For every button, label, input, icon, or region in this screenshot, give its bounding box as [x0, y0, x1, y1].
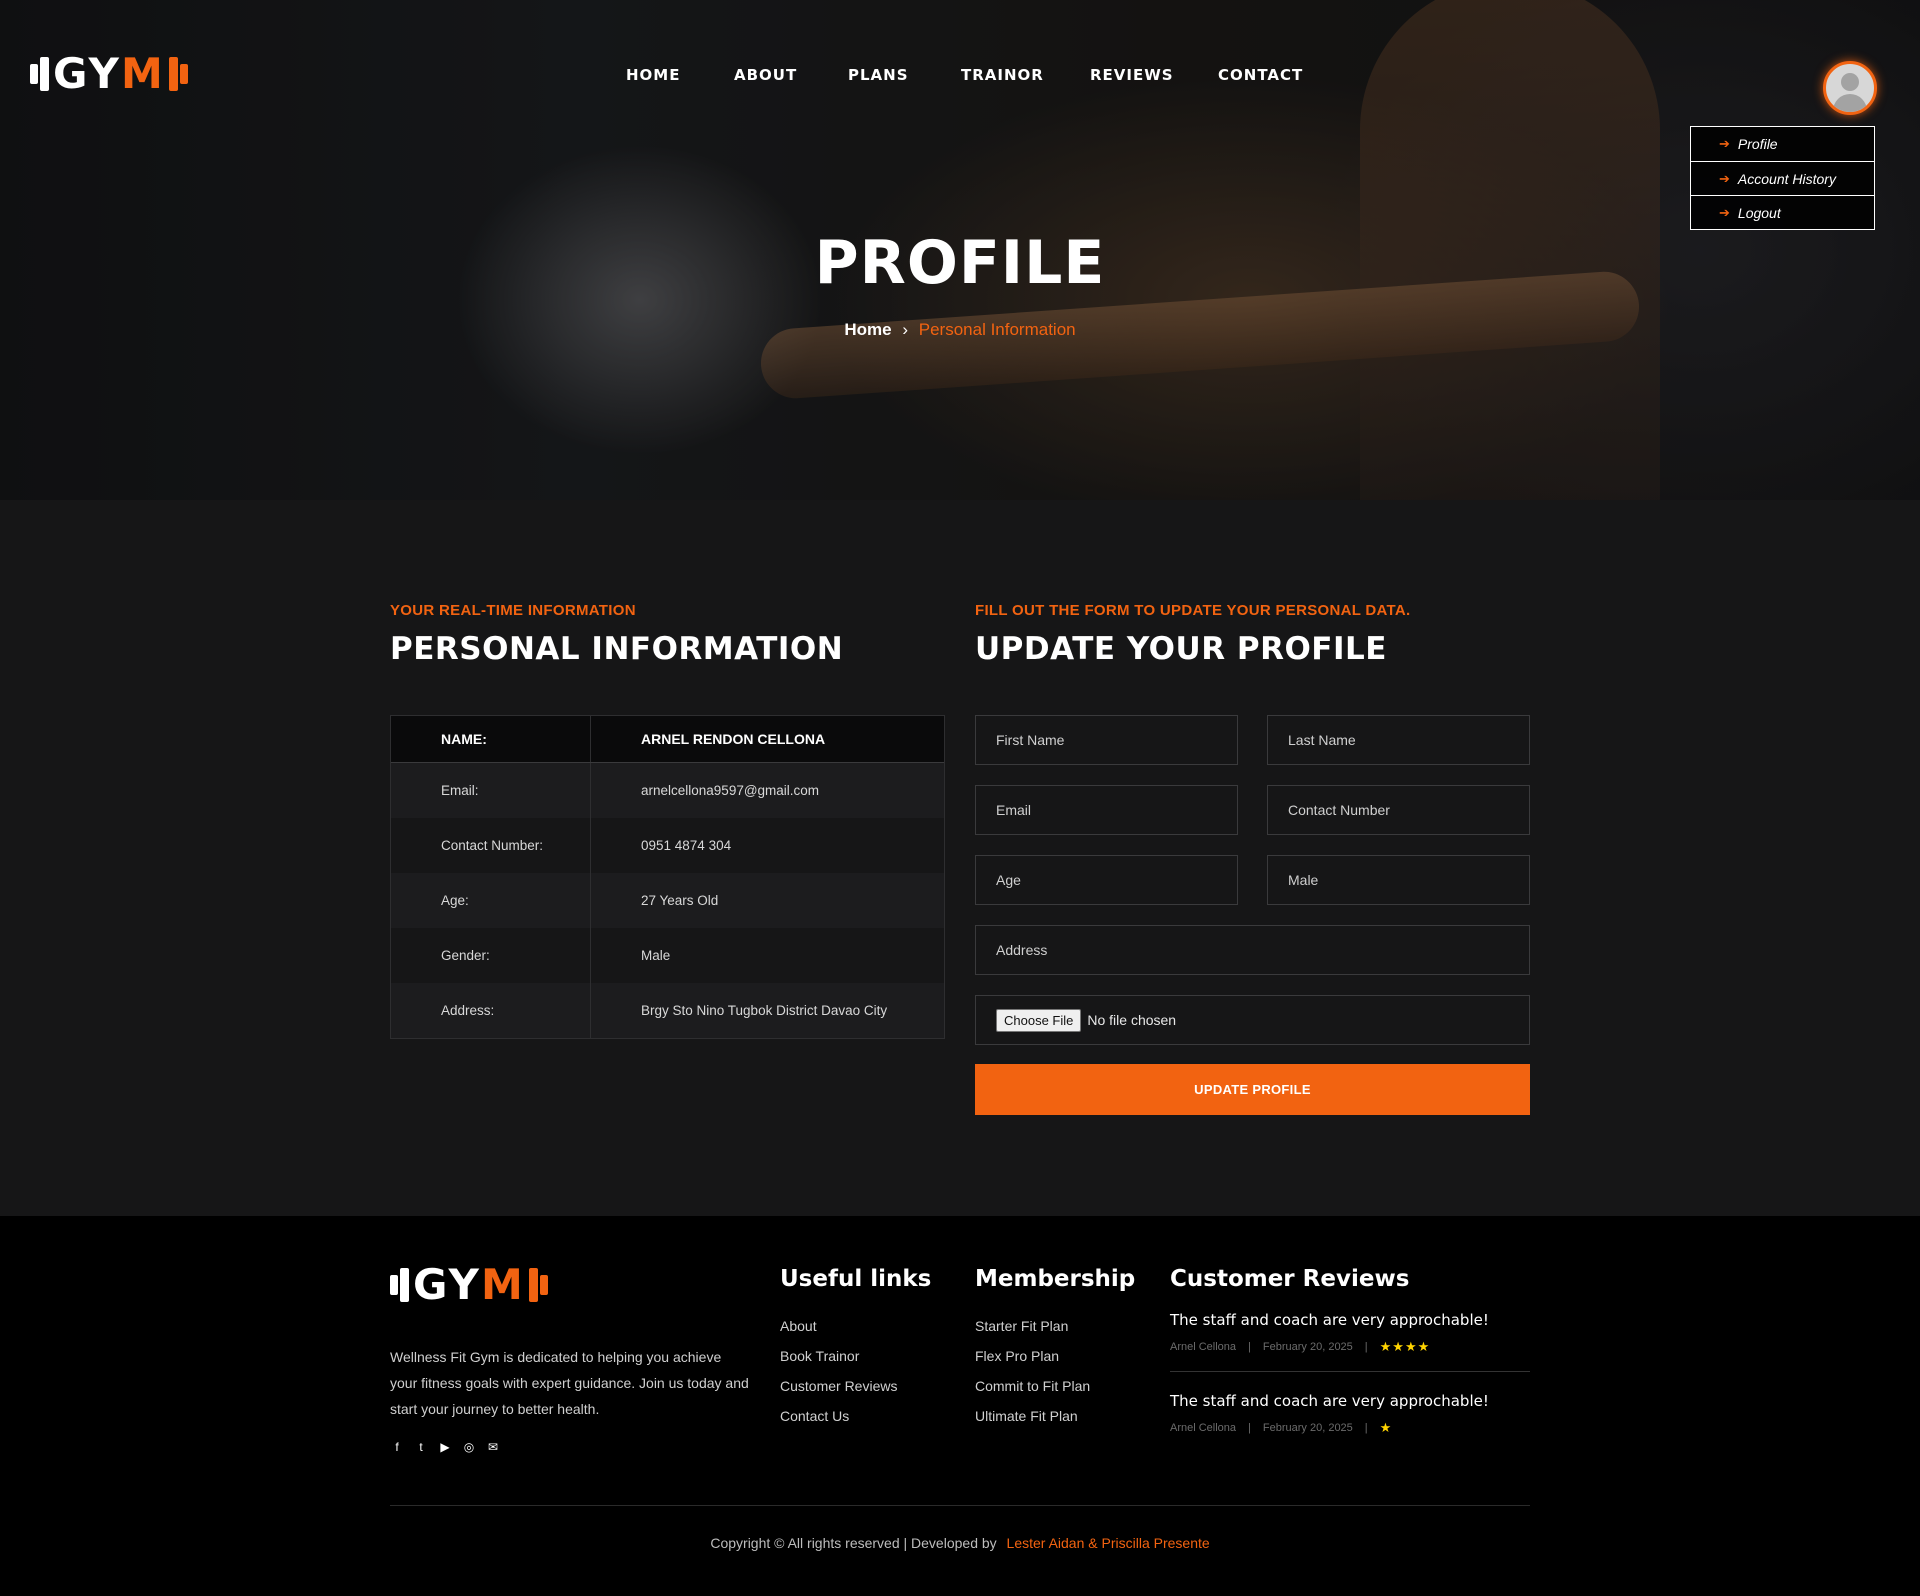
footer-link-book-trainor[interactable]: Book Trainor — [780, 1348, 897, 1378]
nav-home[interactable]: HOME — [626, 66, 734, 84]
name-value: ARNEL RENDON CELLONA — [641, 731, 826, 747]
contact-number-input[interactable]: Contact Number — [1267, 785, 1530, 835]
twitter-icon[interactable]: t — [414, 1440, 428, 1454]
contact-label: Contact Number: — [391, 818, 591, 873]
review-divider — [1170, 1371, 1530, 1372]
user-dropdown-menu: ➔ Profile ➔ Account History ➔ Logout — [1690, 126, 1875, 230]
breadcrumb-home[interactable]: Home — [844, 320, 891, 339]
age-label: Age: — [391, 873, 591, 928]
nav-about[interactable]: ABOUT — [734, 66, 848, 84]
plan-link-ultimate[interactable]: Ultimate Fit Plan — [975, 1408, 1090, 1438]
footer-logo[interactable]: GY M — [390, 1262, 548, 1308]
mail-icon[interactable]: ✉ — [486, 1440, 500, 1454]
address-label: Address: — [391, 983, 591, 1038]
logo-text: GY — [53, 49, 121, 98]
instagram-icon[interactable]: ◎ — [462, 1440, 476, 1454]
copyright: Copyright © All rights reserved | Develo… — [0, 1535, 1920, 1551]
youtube-icon[interactable]: ▶ — [438, 1440, 452, 1454]
star-rating: ★ — [1379, 1420, 1393, 1435]
facebook-icon[interactable]: f — [390, 1440, 404, 1454]
brand-logo[interactable]: GY M — [30, 52, 188, 96]
copyright-text: Copyright © All rights reserved | Develo… — [710, 1535, 997, 1551]
footer-link-customer-reviews[interactable]: Customer Reviews — [780, 1378, 897, 1408]
last-name-input[interactable]: Last Name — [1267, 715, 1530, 765]
page-title: PROFILE — [814, 228, 1106, 298]
name-label: NAME: — [391, 716, 591, 762]
plan-link-starter[interactable]: Starter Fit Plan — [975, 1318, 1090, 1348]
logo-text-accent: M — [120, 49, 165, 98]
footer-link-contact[interactable]: Contact Us — [780, 1408, 897, 1438]
review-item: The staff and coach are very approchable… — [1170, 1392, 1530, 1436]
breadcrumb: Home › Personal Information — [0, 320, 1920, 340]
customer-reviews-heading: Customer Reviews — [1170, 1266, 1410, 1292]
social-links: f t ▶ ◎ ✉ — [390, 1440, 500, 1454]
update-profile-button[interactable]: UPDATE PROFILE — [975, 1064, 1530, 1115]
breadcrumb-separator: › — [902, 320, 909, 339]
review-date: February 20, 2025 — [1262, 1341, 1353, 1353]
sign-in-icon: ➔ — [1719, 170, 1730, 186]
address-value: Brgy Sto Nino Tugbok District Davao City — [641, 1003, 888, 1018]
menu-item-account-history[interactable]: ➔ Account History — [1691, 161, 1874, 195]
personal-eyebrow: YOUR REAL-TIME INFORMATION — [390, 602, 636, 619]
nav-reviews[interactable]: REVIEWS — [1090, 66, 1218, 84]
membership-list: Starter Fit Plan Flex Pro Plan Commit to… — [975, 1318, 1090, 1438]
useful-links-heading: Useful links — [780, 1266, 932, 1292]
age-input[interactable]: Age — [975, 855, 1238, 905]
age-value: 27 Years Old — [641, 893, 719, 908]
choose-file-button[interactable]: Choose File — [996, 1008, 1082, 1032]
review-author: Arnel Cellona — [1170, 1341, 1237, 1353]
menu-item-profile[interactable]: ➔ Profile — [1691, 127, 1874, 161]
address-input[interactable]: Address — [975, 925, 1530, 975]
photo-file-input: Choose File No file chosen — [975, 995, 1530, 1045]
footer-link-about[interactable]: About — [780, 1318, 897, 1348]
email-input[interactable]: Email — [975, 785, 1238, 835]
nav-contact[interactable]: CONTACT — [1218, 66, 1308, 84]
email-value: arnelcellona9597@gmail.com — [641, 783, 820, 798]
table-row: Email: arnelcellona9597@gmail.com — [391, 763, 944, 818]
personal-title: PERSONAL INFORMATION — [390, 631, 844, 667]
logo-text: GY — [413, 1260, 481, 1309]
nav-plans[interactable]: PLANS — [848, 66, 961, 84]
nav-trainor[interactable]: TRAINOR — [961, 66, 1090, 84]
developer-link[interactable]: Lester Aidan & Priscilla Presente — [1007, 1535, 1210, 1551]
personal-info-table: NAME: ARNEL RENDON CELLONA Email: arnelc… — [390, 715, 945, 1039]
review-date: February 20, 2025 — [1262, 1422, 1353, 1434]
review-text: The staff and coach are very approchable… — [1170, 1311, 1489, 1329]
table-row: Gender: Male — [391, 928, 944, 983]
plan-link-flex-pro[interactable]: Flex Pro Plan — [975, 1348, 1090, 1378]
contact-value: 0951 4874 304 — [641, 838, 732, 853]
first-name-input[interactable]: First Name — [975, 715, 1238, 765]
plan-link-commit[interactable]: Commit to Fit Plan — [975, 1378, 1090, 1408]
update-eyebrow: FILL OUT THE FORM TO UPDATE YOUR PERSONA… — [975, 602, 1411, 619]
update-title: UPDATE YOUR PROFILE — [975, 631, 1387, 667]
review-text: The staff and coach are very approchable… — [1170, 1392, 1489, 1410]
review-author: Arnel Cellona — [1170, 1422, 1237, 1434]
user-avatar[interactable] — [1823, 61, 1877, 115]
membership-heading: Membership — [975, 1266, 1136, 1292]
gender-select[interactable]: Male — [1267, 855, 1530, 905]
logo-text-accent: M — [480, 1260, 525, 1309]
email-label: Email: — [391, 763, 591, 818]
table-row: Age: 27 Years Old — [391, 873, 944, 928]
table-row: Address: Brgy Sto Nino Tugbok District D… — [391, 983, 944, 1038]
gender-label: Gender: — [391, 928, 591, 983]
star-rating: ★★★★ — [1379, 1339, 1431, 1354]
useful-links-list: About Book Trainor Customer Reviews Cont… — [780, 1318, 897, 1438]
breadcrumb-current: Personal Information — [918, 320, 1076, 339]
review-item: The staff and coach are very approchable… — [1170, 1311, 1530, 1355]
main-nav: HOME ABOUT PLANS TRAINOR REVIEWS CONTACT — [626, 66, 1308, 84]
footer-description: Wellness Fit Gym is dedicated to helping… — [390, 1349, 749, 1417]
gender-value: Male — [641, 948, 671, 963]
file-status: No file chosen — [1087, 1012, 1177, 1028]
menu-item-logout[interactable]: ➔ Logout — [1691, 195, 1874, 229]
sign-in-icon: ➔ — [1719, 204, 1730, 220]
table-row: Contact Number: 0951 4874 304 — [391, 818, 944, 873]
table-header-row: NAME: ARNEL RENDON CELLONA — [391, 716, 944, 763]
sign-in-icon: ➔ — [1719, 136, 1730, 151]
footer-divider — [390, 1505, 1530, 1506]
